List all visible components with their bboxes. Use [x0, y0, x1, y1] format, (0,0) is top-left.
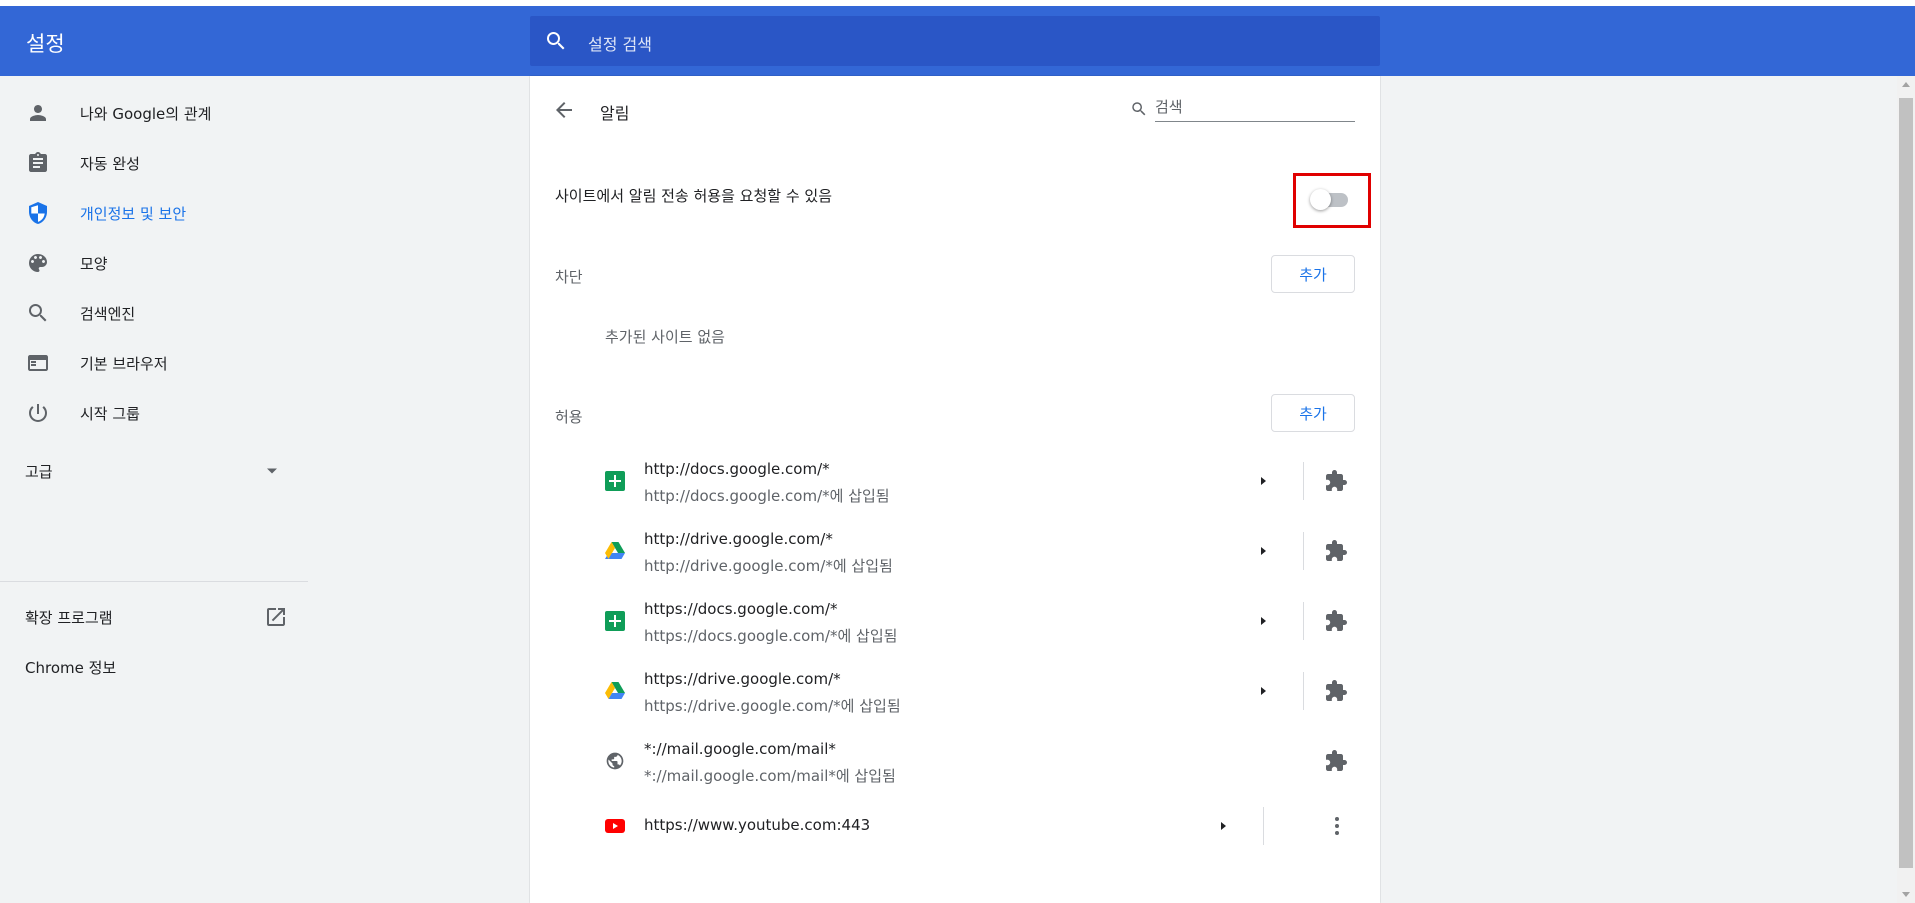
expand-arrow-icon[interactable]	[1257, 545, 1269, 557]
site-embedded-text: *://mail.google.com/mail*에 삽입됨	[644, 767, 896, 785]
sidebar-item-label: 모양	[80, 254, 108, 273]
sidebar-about-chrome[interactable]: Chrome 정보	[0, 642, 310, 692]
extension-puzzle-icon[interactable]	[1324, 609, 1348, 633]
expand-arrow-icon[interactable]	[1257, 685, 1269, 697]
site-embedded-text: https://docs.google.com/*에 삽입됨	[644, 627, 898, 645]
clipboard-icon	[29, 152, 47, 172]
page-title: 알림	[600, 104, 630, 123]
sidebar-item-on-startup[interactable]: 시작 그룹	[0, 388, 310, 438]
site-row[interactable]: *://mail.google.com/mail* *://mail.googl…	[530, 726, 1380, 796]
site-url: https://docs.google.com/*	[644, 600, 838, 618]
extension-puzzle-icon[interactable]	[1324, 679, 1348, 703]
block-section-title: 차단	[555, 268, 583, 286]
sidebar-divider	[0, 581, 308, 582]
site-row[interactable]: https://www.youtube.com:443	[530, 796, 1380, 856]
extension-puzzle-icon[interactable]	[1324, 469, 1348, 493]
block-empty-text: 추가된 사이트 없음	[605, 328, 725, 346]
drive-icon	[605, 542, 625, 559]
drive-icon	[605, 682, 625, 699]
sidebar-advanced-label: 고급	[25, 462, 53, 481]
site-url: *://mail.google.com/mail*	[644, 740, 836, 758]
ask-permission-label: 사이트에서 알림 전송 허용을 요청할 수 있음	[555, 187, 833, 205]
sidebar-item-label: 시작 그룹	[80, 404, 140, 423]
scroll-down-arrow-icon[interactable]	[1902, 892, 1910, 897]
site-embedded-text: http://docs.google.com/*에 삽입됨	[644, 487, 890, 505]
allow-section-title: 허용	[555, 408, 583, 426]
expand-arrow-icon[interactable]	[1257, 615, 1269, 627]
scrollbar-thumb[interactable]	[1899, 98, 1913, 868]
site-row[interactable]: http://docs.google.com/* http://docs.goo…	[530, 446, 1380, 516]
sidebar-about-label: Chrome 정보	[25, 658, 117, 677]
browser-icon	[28, 355, 48, 371]
sidebar-item-label: 기본 브라우저	[80, 354, 168, 373]
sidebar-item-default-browser[interactable]: 기본 브라우저	[0, 338, 310, 388]
person-icon	[30, 105, 46, 121]
row-separator	[1303, 532, 1304, 570]
sidebar-extensions-label: 확장 프로그램	[25, 608, 113, 627]
sidebar-item-autofill[interactable]: 자동 완성	[0, 138, 310, 188]
allow-add-button[interactable]: 추가	[1271, 394, 1355, 432]
site-url: https://www.youtube.com:443	[644, 816, 871, 834]
globe-icon	[606, 752, 624, 770]
site-row[interactable]: https://drive.google.com/* https://drive…	[530, 656, 1380, 726]
settings-search-input[interactable]: 설정 검색	[588, 31, 652, 55]
sidebar-extensions-link[interactable]: 확장 프로그램	[0, 592, 310, 642]
ask-permission-toggle[interactable]	[1310, 187, 1352, 211]
sidebar-item-you-and-google[interactable]: 나와 Google의 관계	[0, 88, 310, 138]
more-actions-icon[interactable]	[1325, 814, 1349, 838]
search-icon	[29, 304, 47, 322]
sidebar-item-label: 나와 Google의 관계	[80, 104, 212, 123]
expand-arrow-icon[interactable]	[1217, 820, 1229, 832]
sheets-icon	[605, 611, 625, 631]
site-search-input[interactable]	[1155, 92, 1355, 122]
site-row[interactable]: http://drive.google.com/* http://drive.g…	[530, 516, 1380, 586]
sheets-icon	[605, 471, 625, 491]
sidebar-item-label: 개인정보 및 보안	[80, 204, 187, 223]
header-title: 설정	[26, 32, 65, 56]
shield-icon	[29, 202, 47, 224]
toggle-knob	[1310, 189, 1331, 210]
palette-icon	[29, 254, 47, 272]
sidebar-item-label: 검색엔진	[80, 304, 136, 323]
sidebar-item-label: 자동 완성	[80, 154, 140, 173]
row-separator	[1303, 462, 1304, 500]
sidebar-advanced-toggle[interactable]: 고급	[0, 446, 310, 496]
power-icon	[28, 404, 47, 422]
block-add-button[interactable]: 추가	[1271, 255, 1355, 293]
sidebar-item-search-engine[interactable]: 검색엔진	[0, 288, 310, 338]
site-row[interactable]: https://docs.google.com/* https://docs.g…	[530, 586, 1380, 656]
scroll-up-arrow-icon[interactable]	[1902, 82, 1910, 87]
sidebar: 나와 Google의 관계 자동 완성 개인정보 및 보안 모양 검색엔진 기본…	[0, 76, 310, 903]
open-in-new-icon	[267, 608, 285, 626]
site-embedded-text: http://drive.google.com/*에 삽입됨	[644, 557, 893, 575]
site-url: http://docs.google.com/*	[644, 460, 830, 478]
sidebar-item-appearance[interactable]: 모양	[0, 238, 310, 288]
site-url: https://drive.google.com/*	[644, 670, 841, 688]
site-url: http://drive.google.com/*	[644, 530, 833, 548]
youtube-icon	[605, 819, 625, 833]
sidebar-item-privacy-security[interactable]: 개인정보 및 보안	[0, 188, 310, 238]
extension-puzzle-icon[interactable]	[1324, 539, 1348, 563]
notifications-card: 알림 사이트에서 알림 전송 허용을 요청할 수 있음 차단 추가 추가된 사이…	[530, 76, 1380, 903]
row-separator	[1303, 672, 1304, 710]
settings-header: 설정 설정 검색	[0, 6, 1915, 76]
settings-search-box[interactable]: 설정 검색	[530, 16, 1380, 66]
back-arrow-icon[interactable]	[552, 98, 576, 122]
row-separator	[1263, 807, 1264, 845]
search-icon	[547, 32, 565, 50]
site-embedded-text: https://drive.google.com/*에 삽입됨	[644, 697, 901, 715]
expand-arrow-icon[interactable]	[1257, 475, 1269, 487]
page-scrollbar[interactable]	[1897, 76, 1915, 903]
extension-puzzle-icon[interactable]	[1324, 749, 1348, 773]
row-separator	[1303, 602, 1304, 640]
search-icon	[1132, 102, 1146, 116]
dropdown-arrow-icon	[267, 468, 277, 474]
